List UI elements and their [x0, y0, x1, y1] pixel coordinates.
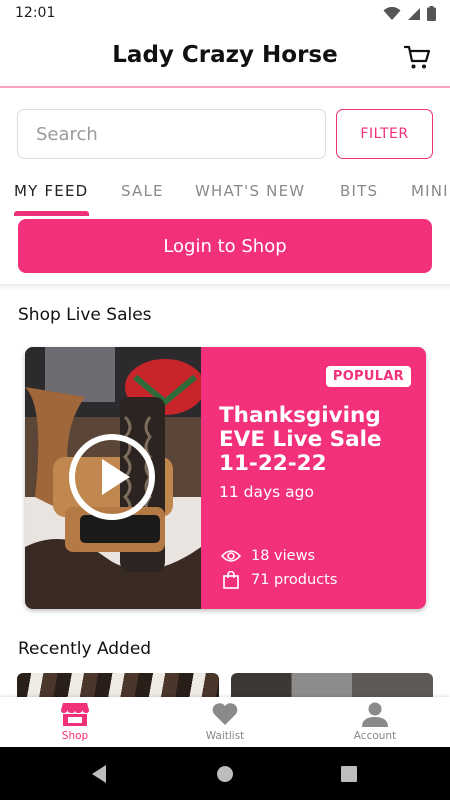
category-tabs: MY FEED SALE WHAT'S NEW BITS MINI — [0, 178, 450, 214]
views-count: 18 views — [251, 548, 316, 564]
products-count: 71 products — [251, 572, 338, 588]
status-bar: 12:01 — [0, 0, 450, 28]
wifi-icon — [383, 6, 401, 20]
account-icon — [362, 702, 388, 727]
active-tab-indicator — [14, 211, 89, 216]
views-stat: 18 views — [221, 548, 315, 564]
tab-bits[interactable]: BITS — [340, 182, 378, 200]
status-icons — [383, 6, 436, 21]
live-sale-title: Thanksgiving EVE Live Sale 11-22-22 — [219, 403, 382, 476]
tab-sale[interactable]: SALE — [121, 182, 164, 200]
section-divider — [0, 284, 450, 290]
tab-whats-new[interactable]: WHAT'S NEW — [195, 182, 305, 200]
system-navigation-bar — [0, 747, 450, 800]
nav-shop[interactable]: Shop — [0, 697, 150, 747]
recent-product-thumbnail[interactable] — [231, 673, 433, 697]
search-input[interactable] — [17, 109, 326, 159]
live-sale-card[interactable]: POPULAR Thanksgiving EVE Live Sale 11-22… — [25, 347, 426, 609]
nav-account[interactable]: Account — [300, 697, 450, 747]
nav-account-label: Account — [353, 730, 397, 742]
live-sales-heading: Shop Live Sales — [18, 305, 152, 325]
battery-icon — [427, 6, 436, 21]
eye-icon — [221, 550, 241, 562]
cart-button[interactable] — [402, 42, 432, 72]
recents-icon[interactable] — [341, 766, 357, 782]
products-stat: 71 products — [221, 571, 337, 589]
signal-icon — [408, 7, 420, 20]
nav-waitlist[interactable]: Waitlist — [150, 697, 300, 747]
filter-button[interactable]: FILTER — [336, 109, 433, 159]
nav-waitlist-label: Waitlist — [205, 730, 245, 742]
recent-product-thumbnail[interactable] — [17, 673, 219, 697]
tab-my-feed[interactable]: MY FEED — [14, 182, 88, 200]
live-sale-time-ago: 11 days ago — [219, 483, 314, 501]
app-header: Lady Crazy Horse — [0, 28, 450, 88]
play-icon[interactable] — [68, 433, 156, 521]
bottom-navigation: Shop Waitlist Account — [0, 697, 450, 747]
shopping-bag-icon — [223, 571, 239, 589]
live-sale-video-thumbnail[interactable] — [25, 347, 201, 609]
page-title: Lady Crazy Horse — [112, 42, 338, 68]
recently-added-heading: Recently Added — [18, 639, 152, 659]
status-time: 12:01 — [15, 5, 56, 21]
popular-badge: POPULAR — [325, 366, 411, 387]
home-icon[interactable] — [216, 765, 234, 783]
shop-icon — [61, 703, 89, 726]
login-to-shop-button[interactable]: Login to Shop — [18, 219, 432, 273]
nav-shop-label: Shop — [61, 730, 89, 742]
live-sale-info[interactable]: POPULAR Thanksgiving EVE Live Sale 11-22… — [201, 347, 426, 609]
heart-icon — [212, 703, 238, 725]
tab-mini[interactable]: MINI — [411, 182, 449, 200]
cart-icon — [403, 45, 431, 69]
back-icon[interactable] — [90, 764, 108, 784]
